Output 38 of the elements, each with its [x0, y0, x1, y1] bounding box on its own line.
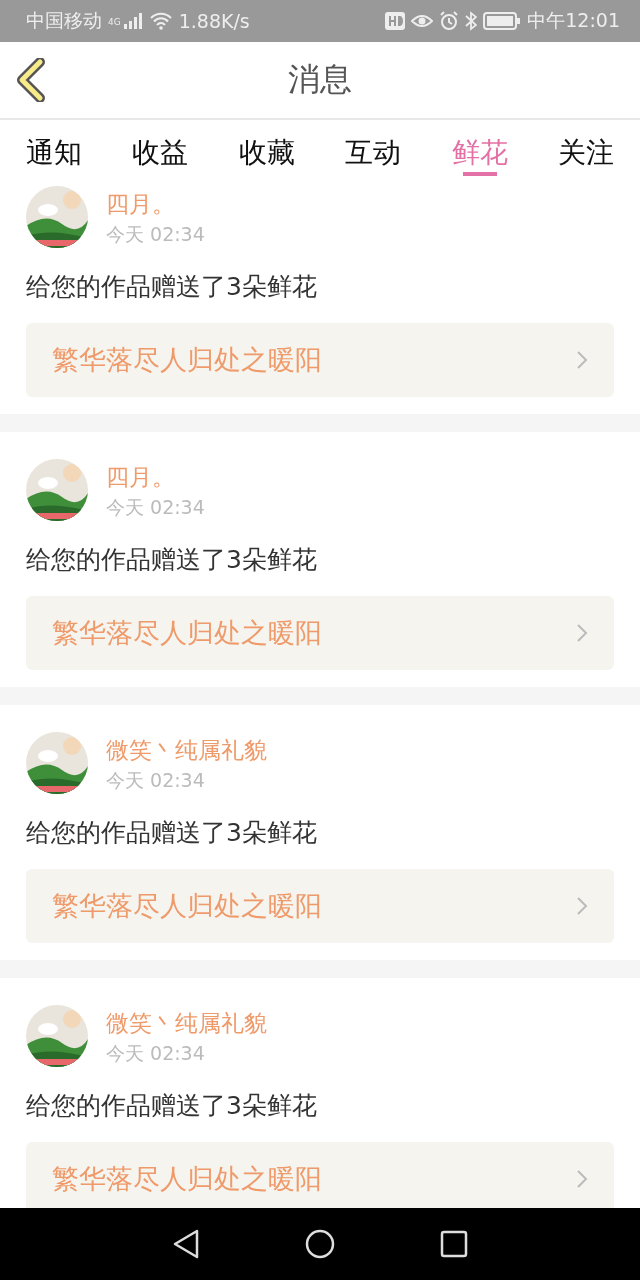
message-text: 给您的作品赠送了3朵鲜花 [26, 1090, 318, 1122]
recents-icon[interactable] [439, 1230, 468, 1258]
back-nav-icon[interactable] [172, 1229, 201, 1259]
sender-name: 四月。 [106, 463, 176, 492]
bluetooth-icon [465, 11, 478, 31]
clock-time: 中午12:01 [527, 8, 620, 33]
back-icon [16, 58, 46, 102]
message-time: 今天 02:34 [106, 768, 206, 793]
sender-name: 微笑丶纯属礼貌 [106, 1009, 267, 1038]
message-text: 给您的作品赠送了3朵鲜花 [26, 544, 318, 576]
message-text: 给您的作品赠送了3朵鲜花 [26, 271, 318, 303]
message-time: 今天 02:34 [106, 1041, 206, 1066]
sender-name: 微笑丶纯属礼貌 [106, 736, 267, 765]
tab[interactable]: 互动 [343, 120, 404, 180]
tab[interactable]: 通知 [24, 120, 84, 180]
alarm-icon [439, 11, 460, 31]
back-button[interactable] [16, 58, 46, 102]
message-time: 今天 02:34 [106, 495, 205, 520]
network-type: 4G [108, 17, 121, 27]
tab[interactable]: 收益 [130, 120, 191, 180]
eye-icon [411, 13, 434, 29]
battery-icon [483, 12, 522, 30]
signal-icon [122, 13, 143, 29]
message-time: 今天 02:34 [106, 222, 205, 247]
tab[interactable]: 关注 [555, 120, 616, 180]
home-icon[interactable] [305, 1229, 335, 1259]
tab[interactable]: 收藏 [236, 120, 297, 180]
page-title: 消息 [288, 59, 352, 100]
wifi-icon [148, 12, 173, 30]
message-text: 给您的作品赠送了3朵鲜花 [26, 817, 318, 849]
chevron-icon [576, 1169, 588, 1189]
chevron-icon [576, 350, 588, 370]
carrier-name: 中国移动 [26, 8, 102, 33]
sender-name: 四月。 [106, 190, 176, 219]
network-speed: 1.88K/s [178, 10, 250, 32]
hd-icon [385, 12, 406, 30]
chevron-icon [576, 623, 588, 643]
chevron-icon [576, 896, 588, 916]
